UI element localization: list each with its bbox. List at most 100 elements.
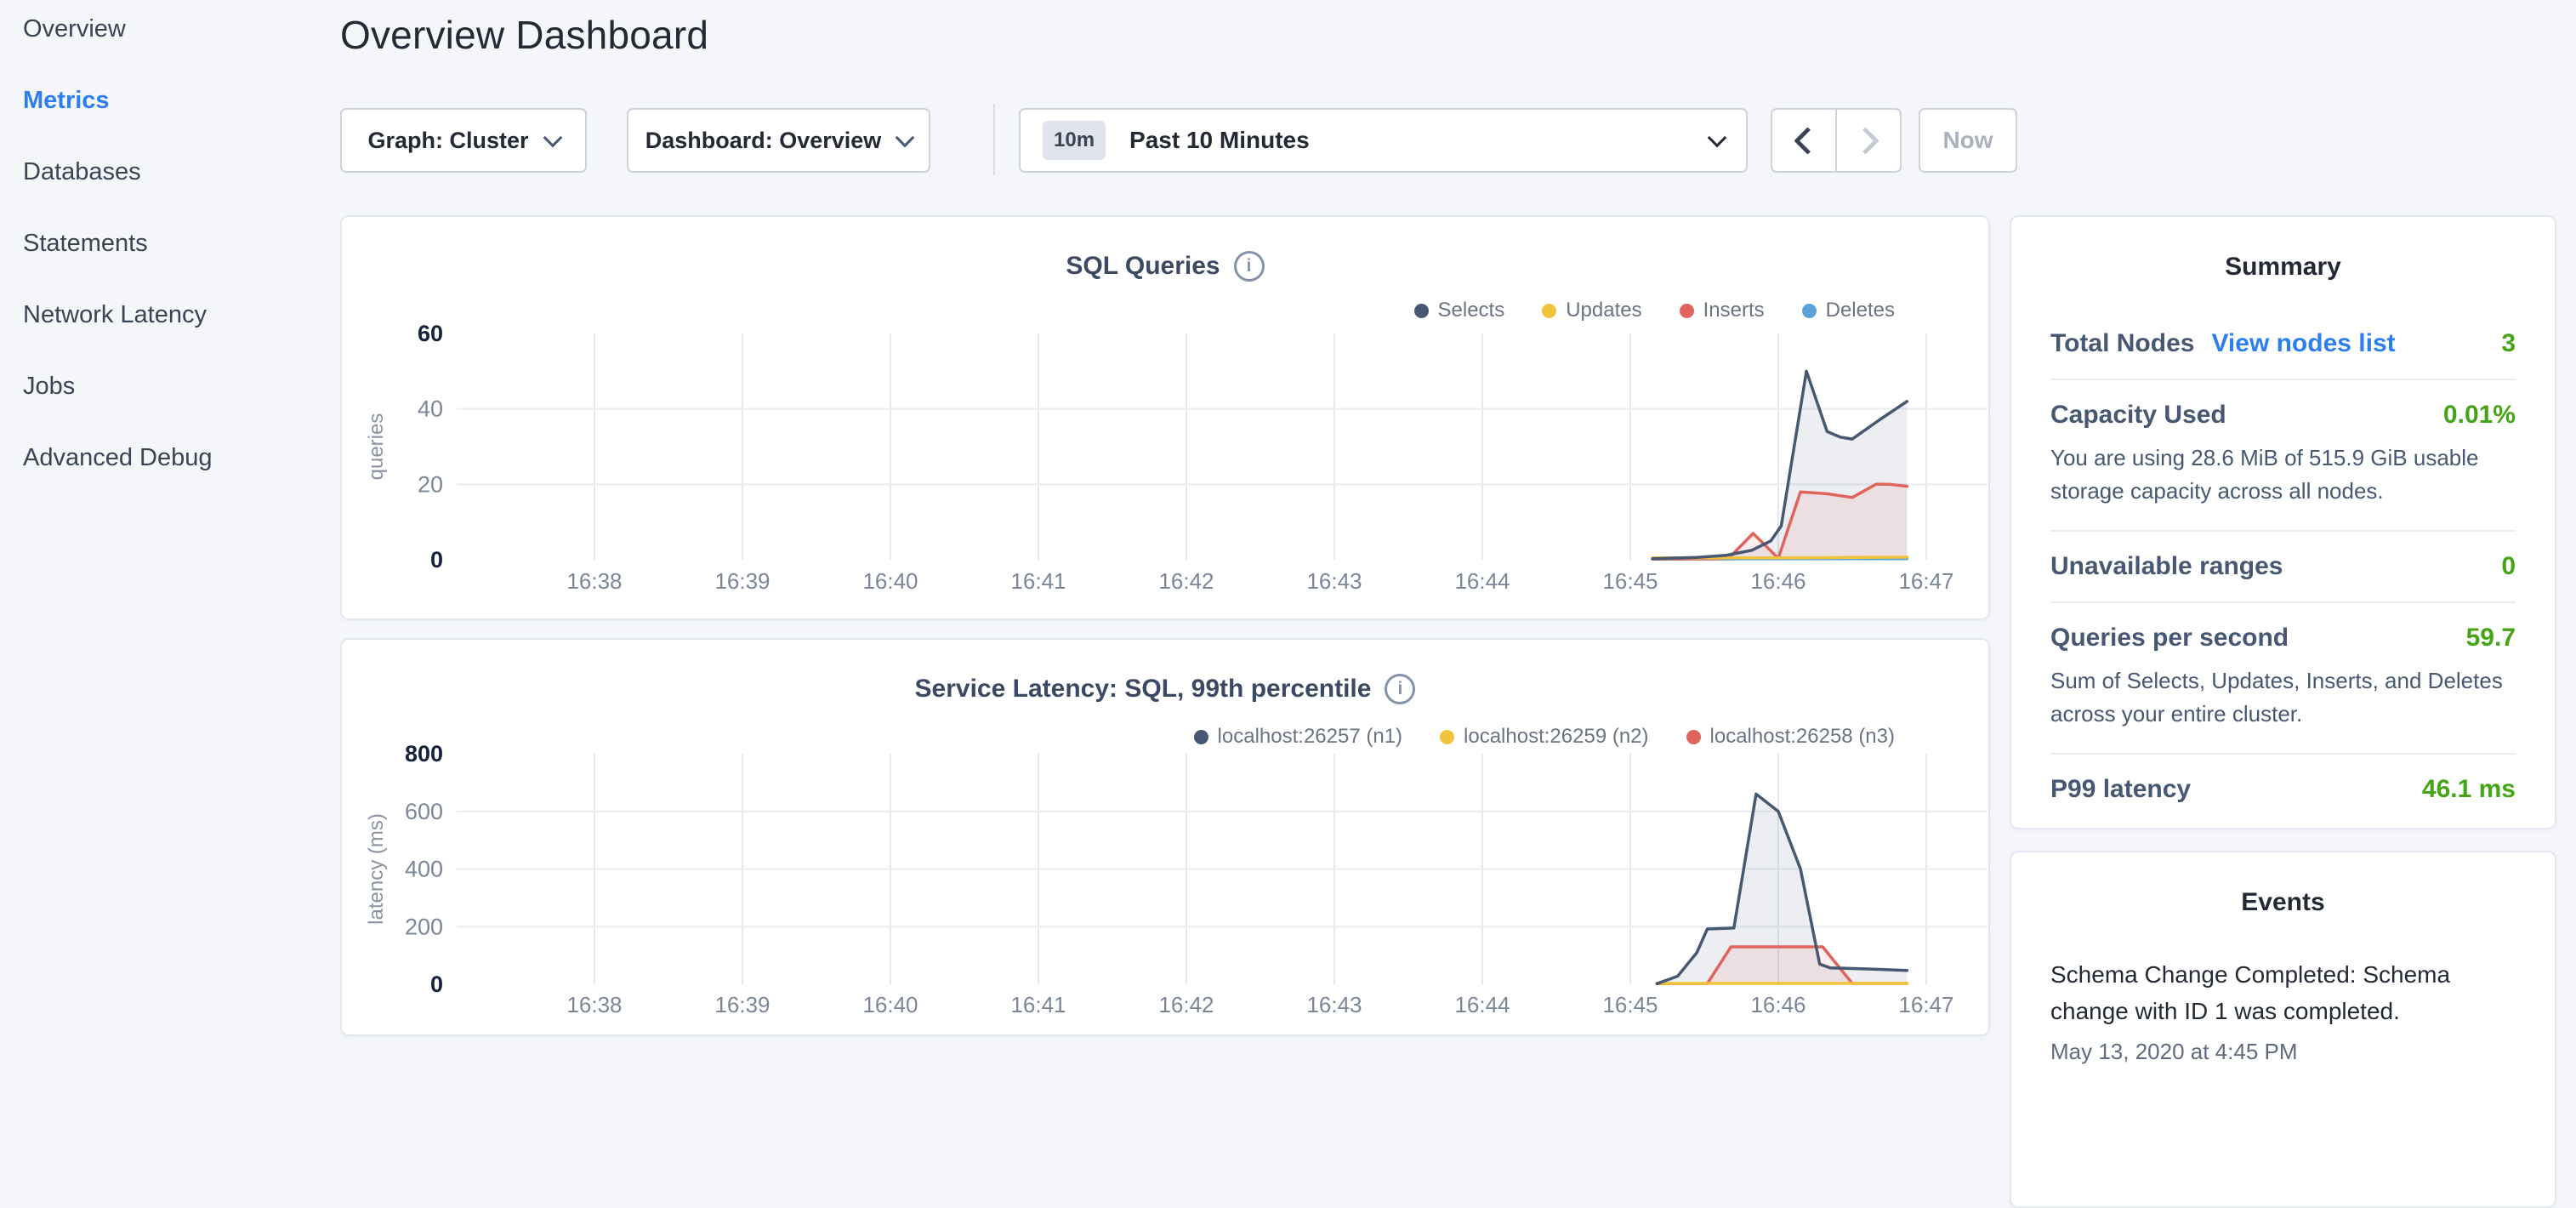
- x-tick-label: 16:47: [1898, 992, 1953, 1017]
- sql-queries-chart: 16:38 16:39 16:40 16:41 16:42 16:43 16:44 16:45…: [342, 323, 1992, 604]
- prev-interval-button[interactable]: [1772, 110, 1837, 171]
- next-interval-button[interactable]: [1837, 110, 1900, 171]
- summary-value: 59.7: [2466, 624, 2516, 652]
- summary-description: Sum of Selects, Updates, Inserts, and De…: [2050, 664, 2516, 731]
- summary-value: 3: [2501, 329, 2516, 358]
- x-tick-label: 16:41: [1010, 992, 1066, 1017]
- legend-item: Inserts: [1680, 299, 1765, 322]
- event-message: Schema Change Completed: Schema change w…: [2050, 956, 2516, 1030]
- summary-description: You are using 28.6 MiB of 515.9 GiB usab…: [2050, 442, 2516, 508]
- graph-scope-label: Graph: Cluster: [367, 128, 528, 154]
- legend-item: Selects: [1414, 299, 1505, 322]
- sidebar-item-network-latency[interactable]: Network Latency: [23, 301, 312, 329]
- y-axis-title: latency (ms): [365, 813, 388, 925]
- legend-dot-icon: [1542, 304, 1556, 318]
- events-list: Schema Change Completed: Schema change w…: [2011, 956, 2555, 1065]
- legend-dot-icon: [1802, 304, 1817, 318]
- summary-panel: Summary Total Nodes View nodes list 3 Capac…: [2010, 215, 2556, 829]
- page-title: Overview Dashboard: [340, 12, 708, 58]
- chevron-down-icon: [1708, 128, 1727, 148]
- chevron-down-icon: [896, 128, 915, 148]
- x-tick-label: 16:43: [1306, 568, 1362, 594]
- service-latency-chart-card: Service Latency: SQL, 99th percentile i …: [340, 638, 1990, 1036]
- time-pager: [1771, 108, 1902, 173]
- chevron-right-icon: [1851, 127, 1879, 155]
- view-nodes-list-link[interactable]: View nodes list: [2211, 329, 2395, 358]
- legend-label: Selects: [1438, 299, 1505, 322]
- dashboard-dropdown[interactable]: Dashboard: Overview: [627, 108, 930, 173]
- x-tick-label: 16:45: [1602, 568, 1658, 594]
- x-tick-label: 16:43: [1306, 992, 1362, 1017]
- y-tick-label: 0: [430, 972, 443, 997]
- y-tick-label: 800: [405, 742, 443, 766]
- y-axis-title: queries: [365, 413, 388, 481]
- x-tick-label: 16:41: [1010, 568, 1066, 594]
- sidebar-item-advanced-debug[interactable]: Advanced Debug: [23, 444, 312, 472]
- legend-label: Deletes: [1826, 299, 1895, 322]
- x-tick-label: 16:40: [862, 568, 918, 594]
- sidebar-item-databases[interactable]: Databases: [23, 158, 312, 186]
- summary-label: Queries per second: [2050, 624, 2289, 652]
- now-button[interactable]: Now: [1919, 108, 2017, 173]
- x-tick-label: 16:38: [566, 568, 622, 594]
- controls-divider: [993, 104, 995, 175]
- summary-row: Unavailable ranges 0: [2050, 530, 2516, 601]
- x-tick-label: 16:44: [1454, 568, 1510, 594]
- summary-label: Capacity Used: [2050, 401, 2226, 430]
- sidebar-nav: Overview Metrics Databases Statements Networ…: [23, 15, 312, 516]
- chart-title: SQL Queries: [1066, 252, 1220, 281]
- x-tick-label: 16:42: [1158, 992, 1214, 1017]
- service-latency-chart: 16:3816:3916:4016:4116:4216:4316:4416:45…: [342, 742, 1992, 1031]
- summary-row: Capacity Used 0.01% You are using 28.6 MiB…: [2050, 379, 2516, 530]
- summary-row: Total Nodes View nodes list 3: [2050, 329, 2516, 379]
- y-tick-label: 20: [418, 471, 443, 497]
- legend-label: Updates: [1566, 299, 1641, 322]
- info-icon[interactable]: i: [1234, 251, 1265, 282]
- chart-title: Service Latency: SQL, 99th percentile: [915, 675, 1372, 704]
- graph-scope-dropdown[interactable]: Graph: Cluster: [340, 108, 587, 173]
- dashboard-label: Dashboard: Overview: [645, 128, 882, 154]
- chevron-down-icon: [543, 128, 562, 148]
- events-title: Events: [2011, 888, 2555, 917]
- events-panel: Events Schema Change Completed: Schema c…: [2010, 851, 2556, 1208]
- y-tick-label: 400: [405, 857, 443, 882]
- legend-item: Updates: [1542, 299, 1641, 322]
- summary-label: Unavailable ranges: [2050, 552, 2283, 581]
- summary-value: 46.1 ms: [2422, 775, 2516, 804]
- sql-queries-chart-card: SQL Queries i Selects Updates Inserts Delet…: [340, 215, 1990, 620]
- legend-dot-icon: [1680, 304, 1694, 318]
- time-range-selector[interactable]: 10m Past 10 Minutes: [1019, 108, 1748, 173]
- x-tick-label: 16:46: [1750, 568, 1805, 594]
- y-tick-label: 60: [418, 323, 443, 346]
- x-tick-label: 16:45: [1602, 992, 1658, 1017]
- x-tick-label: 16:47: [1898, 568, 1953, 594]
- sidebar-item-metrics[interactable]: Metrics: [23, 87, 312, 115]
- sidebar-item-jobs[interactable]: Jobs: [23, 373, 312, 401]
- y-tick-label: 600: [405, 799, 443, 824]
- chevron-left-icon: [1794, 127, 1822, 155]
- x-tick-label: 16:42: [1158, 568, 1214, 594]
- summary-rows: Total Nodes View nodes list 3 Capacity Used…: [2011, 329, 2555, 824]
- x-tick-label: 16:39: [714, 568, 770, 594]
- summary-value: 0.01%: [2443, 401, 2516, 430]
- y-tick-label: 40: [418, 396, 443, 422]
- summary-label: Total Nodes: [2050, 329, 2194, 358]
- summary-row: Queries per second 59.7 Sum of Selects, Up…: [2050, 601, 2516, 753]
- summary-title: Summary: [2011, 253, 2555, 282]
- sidebar-item-statements[interactable]: Statements: [23, 230, 312, 258]
- chart-legend: Selects Updates Inserts Deletes: [1414, 299, 1896, 322]
- info-icon[interactable]: i: [1385, 674, 1415, 704]
- y-tick-label: 0: [430, 547, 443, 573]
- summary-value: 0: [2501, 552, 2516, 581]
- y-tick-label: 200: [405, 914, 443, 939]
- legend-label: Inserts: [1703, 299, 1765, 322]
- time-window-badge: 10m: [1043, 121, 1106, 160]
- legend-dot-icon: [1414, 304, 1429, 318]
- x-tick-label: 16:38: [566, 992, 622, 1017]
- sidebar-item-overview[interactable]: Overview: [23, 15, 312, 43]
- x-tick-label: 16:40: [862, 992, 918, 1017]
- time-window-label: Past 10 Minutes: [1129, 127, 1310, 154]
- x-tick-label: 16:39: [714, 992, 770, 1017]
- summary-label: P99 latency: [2050, 775, 2191, 804]
- x-tick-label: 16:46: [1750, 992, 1805, 1017]
